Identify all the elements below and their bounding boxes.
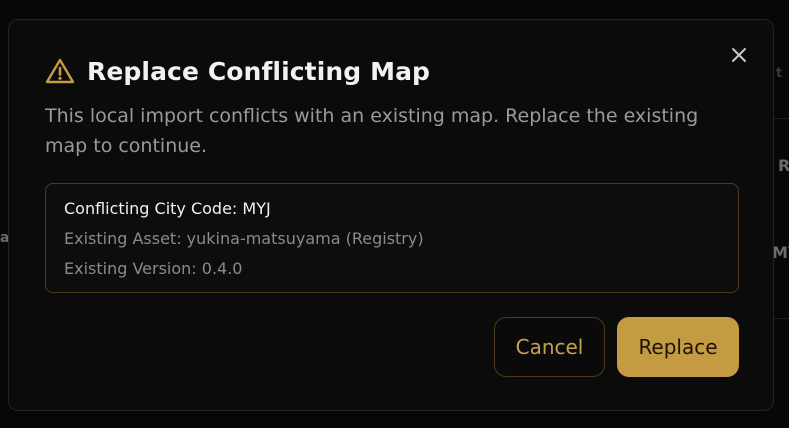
dialog-description: This local import conflicts with an exis… (45, 105, 699, 157)
conflicting-city-code: Conflicting City Code: MYJ (64, 199, 271, 218)
background-divider (774, 118, 789, 119)
replace-button[interactable]: Replace (617, 317, 739, 377)
warning-triangle-icon (45, 56, 75, 86)
background-text-fragment: R (778, 156, 789, 175)
existing-asset: Existing Asset: yukina-matsuyama (Regist… (64, 229, 424, 248)
background-text-fragment: MY (772, 243, 789, 262)
dialog-header: Replace Conflicting Map (45, 56, 430, 86)
close-icon (731, 47, 747, 67)
background-text-fragment: t (776, 66, 783, 81)
dialog-title: Replace Conflicting Map (87, 56, 431, 86)
background-divider (774, 318, 789, 319)
replace-map-dialog: Replace Conflicting Map This local impor… (8, 19, 774, 411)
cancel-button[interactable]: Cancel (494, 317, 605, 377)
conflict-details-panel: Conflicting City Code: MYJ Existing Asse… (45, 183, 739, 293)
existing-version: Existing Version: 0.4.0 (64, 259, 243, 278)
close-button[interactable] (727, 45, 751, 69)
